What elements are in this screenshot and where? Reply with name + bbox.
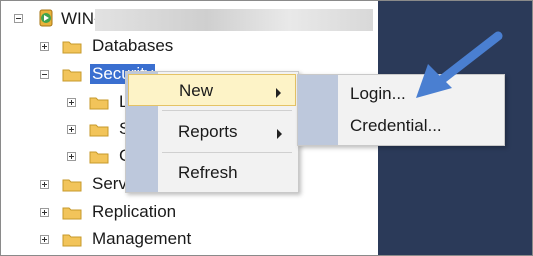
tree-item-server-objects[interactable]: Serv xyxy=(92,174,127,194)
expand-databases-icon[interactable] xyxy=(40,42,49,51)
folder-icon xyxy=(62,69,82,82)
menu-item-login-label: Login... xyxy=(350,84,406,103)
expand-credentials-icon[interactable] xyxy=(67,152,76,161)
context-menu: New Reports Refresh xyxy=(125,71,299,193)
folder-icon xyxy=(89,151,109,164)
collapse-server-icon[interactable] xyxy=(14,14,23,23)
folder-icon xyxy=(62,41,82,54)
folder-icon xyxy=(62,234,82,247)
tree-item-management[interactable]: Management xyxy=(92,229,191,249)
tree-item-databases[interactable]: Databases xyxy=(92,36,173,56)
menu-separator xyxy=(162,110,292,111)
menu-item-credential[interactable]: Credential... xyxy=(300,110,502,142)
chevron-right-icon xyxy=(276,88,281,98)
expand-logins-icon[interactable] xyxy=(67,98,76,107)
menu-item-new[interactable]: New xyxy=(128,74,296,106)
menu-item-reports[interactable]: Reports xyxy=(128,116,296,148)
menu-item-refresh-label: Refresh xyxy=(178,163,238,182)
menu-item-reports-label: Reports xyxy=(178,122,238,141)
arrow-pointer-icon xyxy=(416,31,503,98)
collapse-security-icon[interactable] xyxy=(40,70,49,79)
expand-server-roles-icon[interactable] xyxy=(67,125,76,134)
expand-server-objects-icon[interactable] xyxy=(40,180,49,189)
object-explorer-window: WIN-6U Databases Security L S C xyxy=(0,0,533,256)
expand-management-icon[interactable] xyxy=(40,235,49,244)
menu-item-credential-label: Credential... xyxy=(350,116,442,135)
folder-icon xyxy=(89,97,109,110)
menu-item-new-label: New xyxy=(179,81,214,100)
chevron-right-icon xyxy=(277,129,282,139)
expand-replication-icon[interactable] xyxy=(40,208,49,217)
menu-item-refresh[interactable]: Refresh xyxy=(128,157,296,189)
menu-separator xyxy=(162,152,292,153)
folder-icon xyxy=(62,207,82,220)
redacted-server-name xyxy=(95,9,373,31)
tree-item-replication[interactable]: Replication xyxy=(92,202,176,222)
server-icon xyxy=(39,9,53,27)
folder-icon xyxy=(89,124,109,137)
folder-icon xyxy=(62,179,82,192)
